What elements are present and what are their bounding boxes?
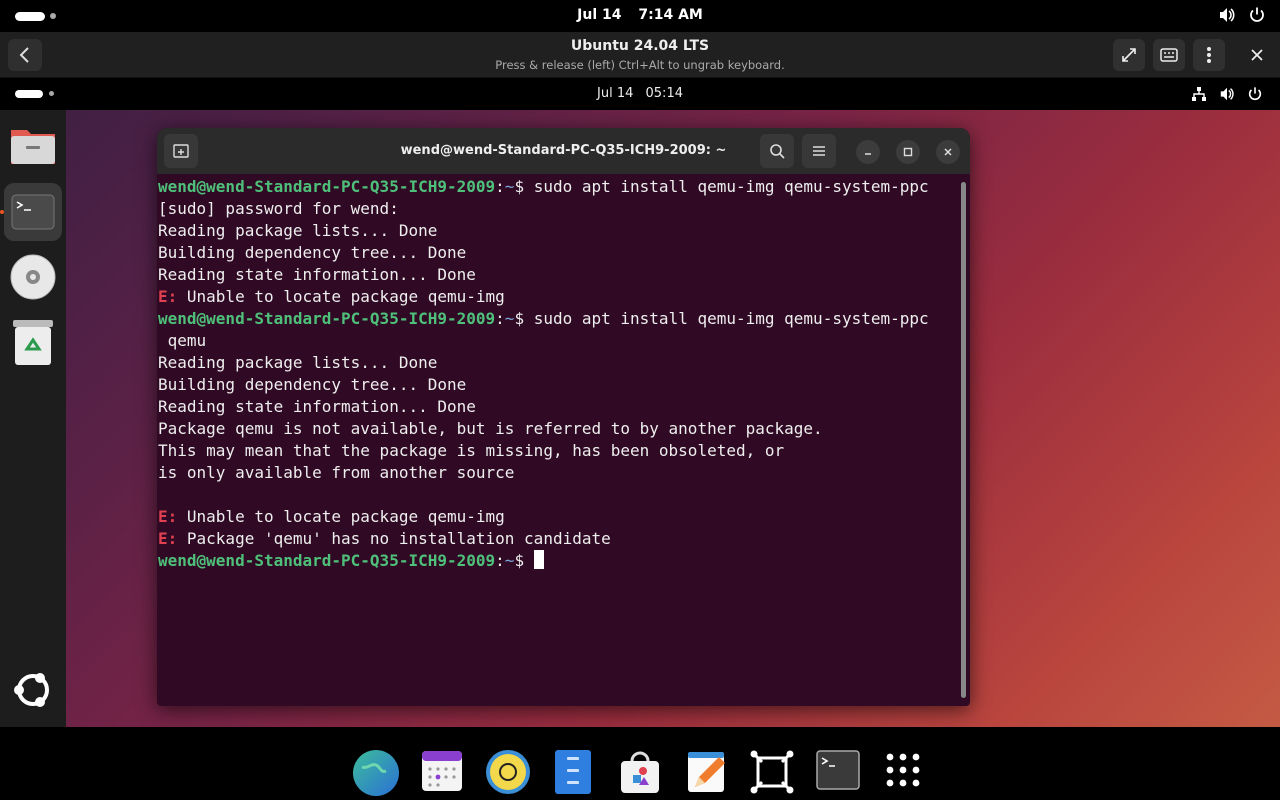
menu-kebab-button[interactable]	[1193, 39, 1225, 71]
terminal-headerbar[interactable]: wend@wend-Standard-PC-Q35-ICH9-2009: ~	[157, 128, 970, 174]
vm-window-header: Ubuntu 24.04 LTS Press & release (left) …	[0, 32, 1280, 78]
text-editor-icon[interactable]	[685, 749, 731, 795]
prompt-colon: :	[495, 177, 505, 196]
prompt-path: ~	[504, 177, 515, 196]
minimize-button[interactable]	[856, 140, 880, 164]
output-text: Reading state information... Done	[158, 397, 476, 416]
output-text: Reading package lists... Done	[158, 353, 438, 372]
prompt-path: ~	[504, 309, 515, 328]
guest-dock	[0, 110, 66, 727]
terminal-line: E: Unable to locate package qemu-img	[158, 286, 958, 308]
prompt-dollar: $	[514, 177, 534, 196]
terminal-line: is only available from another source	[158, 462, 958, 484]
prompt-dollar: $	[514, 309, 534, 328]
vm-title: Ubuntu 24.04 LTS	[570, 38, 710, 54]
terminal-icon[interactable]	[815, 749, 861, 795]
output-text: is only available from another source	[158, 463, 515, 482]
output-text: Package 'qemu' has no installation candi…	[177, 529, 611, 548]
output-text: Unable to locate package qemu-img	[177, 287, 505, 306]
error-prefix: E:	[158, 529, 178, 548]
terminal-line: E: Unable to locate package qemu-img	[158, 506, 958, 528]
host-time: 7:14 AM	[638, 7, 703, 23]
app-grid-icon[interactable]	[882, 749, 928, 795]
terminal-line: This may mean that the package is missin…	[158, 440, 958, 462]
terminal-title: wend@wend-Standard-PC-Q35-ICH9-2009: ~	[400, 143, 727, 158]
running-indicator	[0, 210, 4, 214]
fullscreen-button[interactable]	[1113, 39, 1145, 71]
guest-time: 05:14	[645, 86, 683, 101]
output-text: Building dependency tree... Done	[158, 375, 467, 394]
guest-volume-icon[interactable]	[1219, 86, 1235, 106]
terminal-line: E: Package 'qemu' has no installation ca…	[158, 528, 958, 550]
terminal-line: Building dependency tree... Done	[158, 242, 958, 264]
trash-icon[interactable]	[4, 313, 62, 371]
host-date: Jul 14	[577, 7, 622, 23]
file-manager-icon[interactable]	[552, 749, 598, 795]
output-text: Reading package lists... Done	[158, 221, 438, 240]
software-store-icon[interactable]	[617, 749, 663, 795]
boxes-icon[interactable]	[749, 749, 795, 795]
network-icon[interactable]	[1191, 86, 1207, 106]
ubuntu-logo-icon[interactable]	[4, 661, 62, 719]
command-text: sudo apt install qemu-img qemu-system-pp…	[533, 309, 929, 328]
prompt-user-host: wend@wend-Standard-PC-Q35-ICH9-2009	[158, 551, 496, 570]
terminal-icon[interactable]	[4, 183, 62, 241]
terminal-line: wend@wend-Standard-PC-Q35-ICH9-2009:~$	[158, 550, 958, 572]
terminal-line: Reading package lists... Done	[158, 352, 958, 374]
maximize-button[interactable]	[896, 140, 920, 164]
error-prefix: E:	[158, 287, 178, 306]
guest-top-bar: Jul 14 05:14	[0, 79, 1280, 110]
calendar-icon[interactable]	[420, 749, 466, 795]
guest-date: Jul 14	[597, 86, 634, 101]
output-text: Package qemu is not available, but is re…	[158, 419, 823, 438]
files-icon[interactable]	[4, 116, 62, 174]
guest-clock[interactable]: Jul 14 05:14	[0, 86, 1280, 101]
terminal-close-button[interactable]	[936, 140, 960, 164]
power-icon[interactable]	[1248, 6, 1266, 28]
close-button[interactable]	[1241, 39, 1273, 71]
guest-desktop: Jul 14 05:14 wend@wend-Standard-PC-Q35-I…	[0, 79, 1280, 727]
hamburger-menu-button[interactable]	[802, 134, 836, 168]
output-text: qemu	[158, 331, 207, 350]
terminal-line: wend@wend-Standard-PC-Q35-ICH9-2009:~$ s…	[158, 176, 958, 198]
terminal-line: Package qemu is not available, but is re…	[158, 418, 958, 440]
prompt-colon: :	[495, 309, 505, 328]
terminal-scrollbar[interactable]	[961, 182, 966, 698]
vm-subtitle: Press & release (left) Ctrl+Alt to ungra…	[495, 58, 785, 72]
host-clock[interactable]: Jul 14 7:14 AM	[0, 7, 1280, 23]
terminal-line: Reading state information... Done	[158, 264, 958, 286]
output-text: Unable to locate package qemu-img	[177, 507, 505, 526]
volume-icon[interactable]	[1218, 6, 1236, 28]
prompt-user-host: wend@wend-Standard-PC-Q35-ICH9-2009	[158, 177, 496, 196]
prompt-dollar: $	[514, 551, 534, 570]
terminal-line: Building dependency tree... Done	[158, 374, 958, 396]
command-text: sudo apt install qemu-img qemu-system-pp…	[533, 177, 929, 196]
text-cursor	[533, 550, 544, 569]
terminal-line: qemu	[158, 330, 958, 352]
terminal-window[interactable]: wend@wend-Standard-PC-Q35-ICH9-2009: ~ w…	[157, 128, 970, 706]
prompt-user-host: wend@wend-Standard-PC-Q35-ICH9-2009	[158, 309, 496, 328]
output-text: Reading state information... Done	[158, 265, 476, 284]
terminal-output[interactable]: wend@wend-Standard-PC-Q35-ICH9-2009:~$ s…	[158, 176, 958, 572]
disc-icon[interactable]	[4, 248, 62, 306]
keyboard-button[interactable]	[1153, 39, 1185, 71]
host-taskbar	[0, 727, 1280, 800]
host-top-bar: Jul 14 7:14 AM	[0, 0, 1280, 32]
terminal-line: Reading state information... Done	[158, 396, 958, 418]
output-text: Building dependency tree... Done	[158, 243, 467, 262]
guest-power-icon[interactable]	[1247, 86, 1263, 106]
output-text: [sudo] password for wend:	[158, 199, 399, 218]
music-icon[interactable]	[485, 749, 531, 795]
terminal-line: Reading package lists... Done	[158, 220, 958, 242]
search-button[interactable]	[760, 134, 794, 168]
terminal-line: wend@wend-Standard-PC-Q35-ICH9-2009:~$ s…	[158, 308, 958, 330]
prompt-colon: :	[495, 551, 505, 570]
browser-icon[interactable]	[352, 749, 399, 796]
error-prefix: E:	[158, 507, 178, 526]
terminal-line: [sudo] password for wend:	[158, 198, 958, 220]
prompt-path: ~	[504, 551, 515, 570]
output-text: This may mean that the package is missin…	[158, 441, 785, 460]
